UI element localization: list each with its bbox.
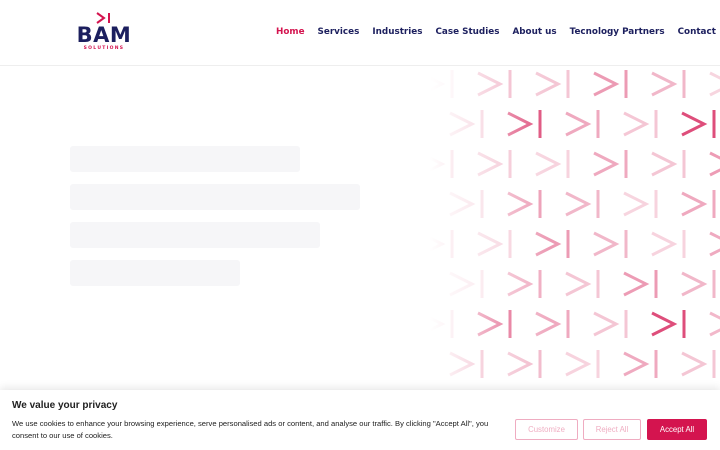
nav-item-about-us[interactable]: About us	[512, 27, 556, 37]
hero-headline-placeholder	[70, 138, 400, 296]
nav-item-technology-partners[interactable]: Tecnology Partners	[570, 27, 665, 37]
nav-item-home[interactable]: Home	[276, 27, 305, 37]
cookie-consent-banner: We value your privacy We use cookies to …	[0, 390, 720, 450]
nav-item-case-studies[interactable]: Case Studies	[435, 27, 499, 37]
accept-all-button[interactable]: Accept All	[647, 419, 707, 440]
nav-item-contact[interactable]: Contact	[678, 27, 716, 37]
nav-item-industries[interactable]: Industries	[372, 27, 422, 37]
customize-button[interactable]: Customize	[515, 419, 578, 440]
nav-item-services[interactable]: Services	[318, 27, 360, 37]
main-nav: Home Services Industries Case Studies Ab…	[276, 27, 716, 37]
logo-subtext: SOLUTIONS	[83, 46, 125, 51]
cookie-description: We use cookies to enhance your browsing …	[12, 419, 489, 440]
cookie-title: We value your privacy	[12, 400, 118, 411]
site-header: BAM SOLUTIONS Home Services Industries C…	[0, 0, 720, 66]
logo-text: BAM	[76, 23, 132, 47]
bam-logo[interactable]: BAM SOLUTIONS	[72, 12, 136, 54]
reject-all-button[interactable]: Reject All	[583, 419, 641, 440]
hero-headline-ghost	[70, 146, 360, 286]
